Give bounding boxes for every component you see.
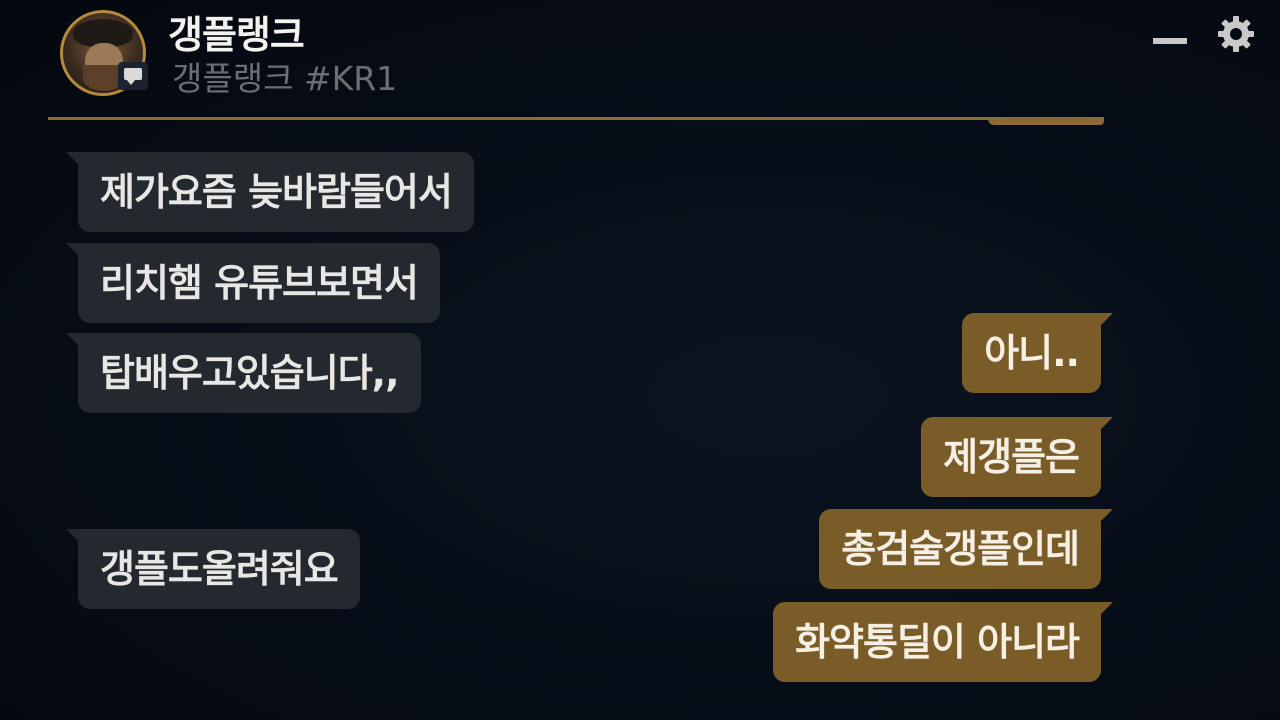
chat-bubble-icon	[118, 62, 148, 90]
minimize-icon[interactable]	[1153, 38, 1187, 44]
incoming-message[interactable]: 리치햄 유튜브보면서	[66, 243, 440, 323]
incoming-message[interactable]: 탑배우고있습니다,,	[66, 333, 421, 413]
outgoing-message[interactable]: 화약통딜이 아니라	[773, 602, 1113, 682]
outgoing-message[interactable]: 아니..	[962, 313, 1113, 393]
header-divider	[48, 117, 1104, 120]
contact-riot-id: 갱플랭크 #KR1	[172, 59, 398, 98]
incoming-message[interactable]: 제가요즘 늦바람들어서	[66, 152, 474, 232]
gear-icon[interactable]	[1216, 14, 1256, 54]
outgoing-message[interactable]: 총검술갱플인데	[819, 509, 1113, 589]
contact-name: 갱플랭크	[168, 13, 305, 57]
chat-header: 갱플랭크 갱플랭크 #KR1	[0, 0, 1280, 125]
incoming-message[interactable]: 갱플도올려줘요	[66, 529, 360, 609]
outgoing-message[interactable]: 제갱플은	[921, 417, 1113, 497]
header-divider-notch	[988, 119, 1104, 125]
